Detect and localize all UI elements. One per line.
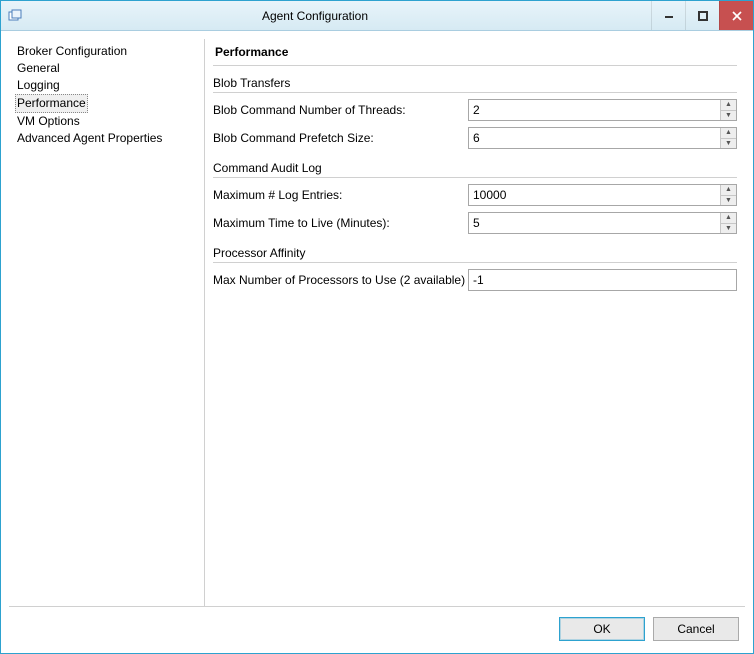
vertical-divider: [204, 39, 205, 606]
spinner-down-icon[interactable]: ▼: [721, 224, 736, 234]
panel-heading: Performance: [213, 39, 737, 66]
max-proc-input[interactable]: [468, 269, 737, 291]
spinner-down-icon[interactable]: ▼: [721, 111, 736, 121]
blob-threads-label: Blob Command Number of Threads:: [213, 103, 468, 117]
dialog-footer: OK Cancel: [9, 606, 745, 645]
sidebar-item-logging[interactable]: Logging: [15, 77, 62, 94]
sidebar-item-performance[interactable]: Performance: [15, 94, 88, 113]
spinner-up-icon[interactable]: ▲: [721, 213, 736, 224]
titlebar: Agent Configuration: [1, 1, 753, 31]
ok-button[interactable]: OK: [559, 617, 645, 641]
window-title: Agent Configuration: [29, 9, 651, 23]
ttl-spinner[interactable]: ▲ ▼: [468, 212, 737, 234]
blob-threads-input[interactable]: [469, 100, 720, 120]
group-title: Command Audit Log: [213, 161, 326, 177]
blob-prefetch-spinner[interactable]: ▲ ▼: [468, 127, 737, 149]
spinner-down-icon[interactable]: ▼: [721, 139, 736, 149]
group-processor-affinity: Processor Affinity Max Number of Process…: [213, 246, 737, 291]
group-blob-transfers: Blob Transfers Blob Command Number of Th…: [213, 76, 737, 149]
blob-prefetch-label: Blob Command Prefetch Size:: [213, 131, 468, 145]
blob-threads-spinner[interactable]: ▲ ▼: [468, 99, 737, 121]
group-title: Processor Affinity: [213, 246, 309, 262]
app-icon: [7, 8, 23, 24]
group-title: Blob Transfers: [213, 76, 294, 92]
max-entries-spinner[interactable]: ▲ ▼: [468, 184, 737, 206]
minimize-button[interactable]: [651, 1, 685, 30]
sidebar-item-advanced-agent-properties[interactable]: Advanced Agent Properties: [15, 130, 164, 147]
spinner-up-icon[interactable]: ▲: [721, 128, 736, 139]
cancel-button[interactable]: Cancel: [653, 617, 739, 641]
ttl-label: Maximum Time to Live (Minutes):: [213, 216, 468, 230]
close-button[interactable]: [719, 1, 753, 30]
sidebar-item-broker-configuration[interactable]: Broker Configuration: [15, 43, 129, 60]
spinner-down-icon[interactable]: ▼: [721, 196, 736, 206]
maximize-button[interactable]: [685, 1, 719, 30]
ttl-input[interactable]: [469, 213, 720, 233]
window-controls: [651, 1, 753, 30]
max-entries-label: Maximum # Log Entries:: [213, 188, 468, 202]
sidebar-item-general[interactable]: General: [15, 60, 62, 77]
max-proc-label: Max Number of Processors to Use (2 avail…: [213, 273, 468, 287]
group-command-audit-log: Command Audit Log Maximum # Log Entries:…: [213, 161, 737, 234]
spinner-up-icon[interactable]: ▲: [721, 100, 736, 111]
sidebar: Broker Configuration General Logging Per…: [9, 39, 204, 606]
blob-prefetch-input[interactable]: [469, 128, 720, 148]
spinner-up-icon[interactable]: ▲: [721, 185, 736, 196]
settings-panel: Performance Blob Transfers Blob Command …: [209, 39, 745, 606]
max-entries-input[interactable]: [469, 185, 720, 205]
sidebar-item-vm-options[interactable]: VM Options: [15, 113, 82, 130]
